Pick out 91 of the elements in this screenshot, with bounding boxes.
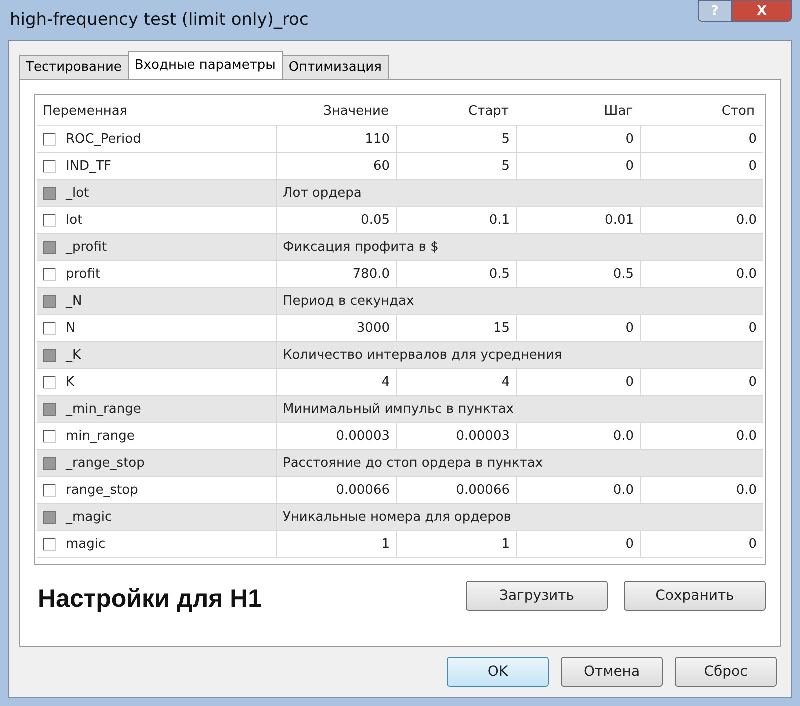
table-cell: 3000 [277,315,397,341]
table-cell: 0.00066 [397,477,517,503]
table-cell: 15 [397,315,517,341]
table-cell-text: 0 [748,374,758,392]
table-cell: 0.1 [397,207,517,233]
variable-name: _K [66,348,82,362]
table-cell: 60 [277,153,397,179]
table-cell-text: 0 [748,536,758,554]
table-cell: 0.05 [277,207,397,233]
variable-name: N [66,320,76,336]
table-cell-text: 0 [748,320,758,338]
comment-text: Лот ордера [282,184,363,202]
table-cell-text: 0.0 [735,428,758,446]
table-cell: 0.0 [517,477,641,503]
dialog-button[interactable]: OK [447,657,549,687]
variable-name: _lot [66,186,90,200]
table-cell: 0.00003 [277,423,397,449]
table-cell: 0.01 [517,207,641,233]
table-cell: 0 [517,369,641,395]
table-cell: 0.0 [517,423,641,449]
table-cell: 0 [517,126,641,152]
dialog-button[interactable]: Отмена [561,657,663,687]
checkbox[interactable] [43,268,56,280]
variable-name: IND_TF [66,158,112,174]
comment-text: Количество интервалов для усреднения [282,346,564,364]
tab[interactable]: Оптимизация [282,55,389,79]
column-header[interactable]: Старт [397,104,517,118]
checkbox[interactable] [43,376,56,388]
column-header[interactable]: Шаг [517,104,641,118]
table-cell: 0.5 [517,261,641,287]
variable-name: range_stop [66,482,138,498]
variable-name: _range_stop [66,456,145,470]
table-cell: 4 [277,369,397,395]
checkbox[interactable] [43,240,56,254]
table-cell-text: 0 [748,158,758,176]
checkbox[interactable] [43,510,56,524]
tab[interactable]: Входные параметры [128,51,283,79]
tab[interactable]: Тестирование [19,55,129,79]
window-title: high-frequency test (limit only)_roc [9,10,309,30]
table-cell: 0 [517,153,641,179]
checkbox[interactable] [43,348,56,362]
table-cell: 780.0 [277,261,397,287]
variable-name: lot [66,212,83,228]
variable-name: _N [66,294,82,308]
checkbox[interactable] [43,456,56,470]
table-cell: 5 [397,126,517,152]
panel-button[interactable]: Сохранить [624,580,766,610]
table-cell: 1 [277,531,397,557]
table-cell: 0.5 [397,261,517,287]
comment-text: Период в секундах [282,292,416,310]
comment-text: Расстояние до стоп ордера в пунктах [282,454,544,472]
column-header[interactable]: Переменная [37,104,277,118]
checkbox[interactable] [43,132,56,146]
comment-text: Минимальный импульс в пунктах [282,400,515,418]
table-cell: 5 [397,153,517,179]
table-cell-text: 0.0 [735,482,758,500]
checkbox[interactable] [43,538,56,550]
table-cell: 1 [397,531,517,557]
variable-name: ROC_Period [66,132,142,146]
checkbox[interactable] [43,430,56,442]
table-cell: 4 [397,369,517,395]
comment-text: Фиксация профита в $ [282,238,440,256]
table-cell: 110 [277,126,397,152]
panel-button[interactable]: Загрузить [466,580,608,610]
column-header[interactable]: Значение [277,104,397,118]
dialog-button[interactable]: Сброс [675,657,777,687]
checkbox[interactable] [43,322,56,334]
checkbox[interactable] [43,402,56,416]
table-cell: 0.00003 [397,423,517,449]
checkbox[interactable] [43,160,56,172]
variable-name: K [66,374,75,390]
caption-text: Настройки для H1 [37,584,262,614]
column-header[interactable]: Стоп [641,104,763,118]
checkbox[interactable] [43,484,56,496]
variable-name: _profit [66,240,108,254]
variable-name: min_range [66,428,135,444]
table-cell-text: 0.0 [735,212,758,230]
comment-text: Уникальные номера для ордеров [282,508,512,526]
checkbox[interactable] [43,186,56,200]
table-cell: 0.00066 [277,477,397,503]
checkbox[interactable] [43,294,56,308]
close-button[interactable]: X [732,0,792,22]
table-cell-text: 0 [748,130,758,148]
table-cell: 0 [517,531,641,557]
variable-name: _magic [66,510,112,524]
table-cell: 0 [517,315,641,341]
variable-name: _min_range [66,402,142,416]
variable-name: magic [66,536,106,552]
table-cell-text: 0.0 [735,266,758,284]
variable-name: profit [66,266,101,282]
checkbox[interactable] [43,214,56,226]
